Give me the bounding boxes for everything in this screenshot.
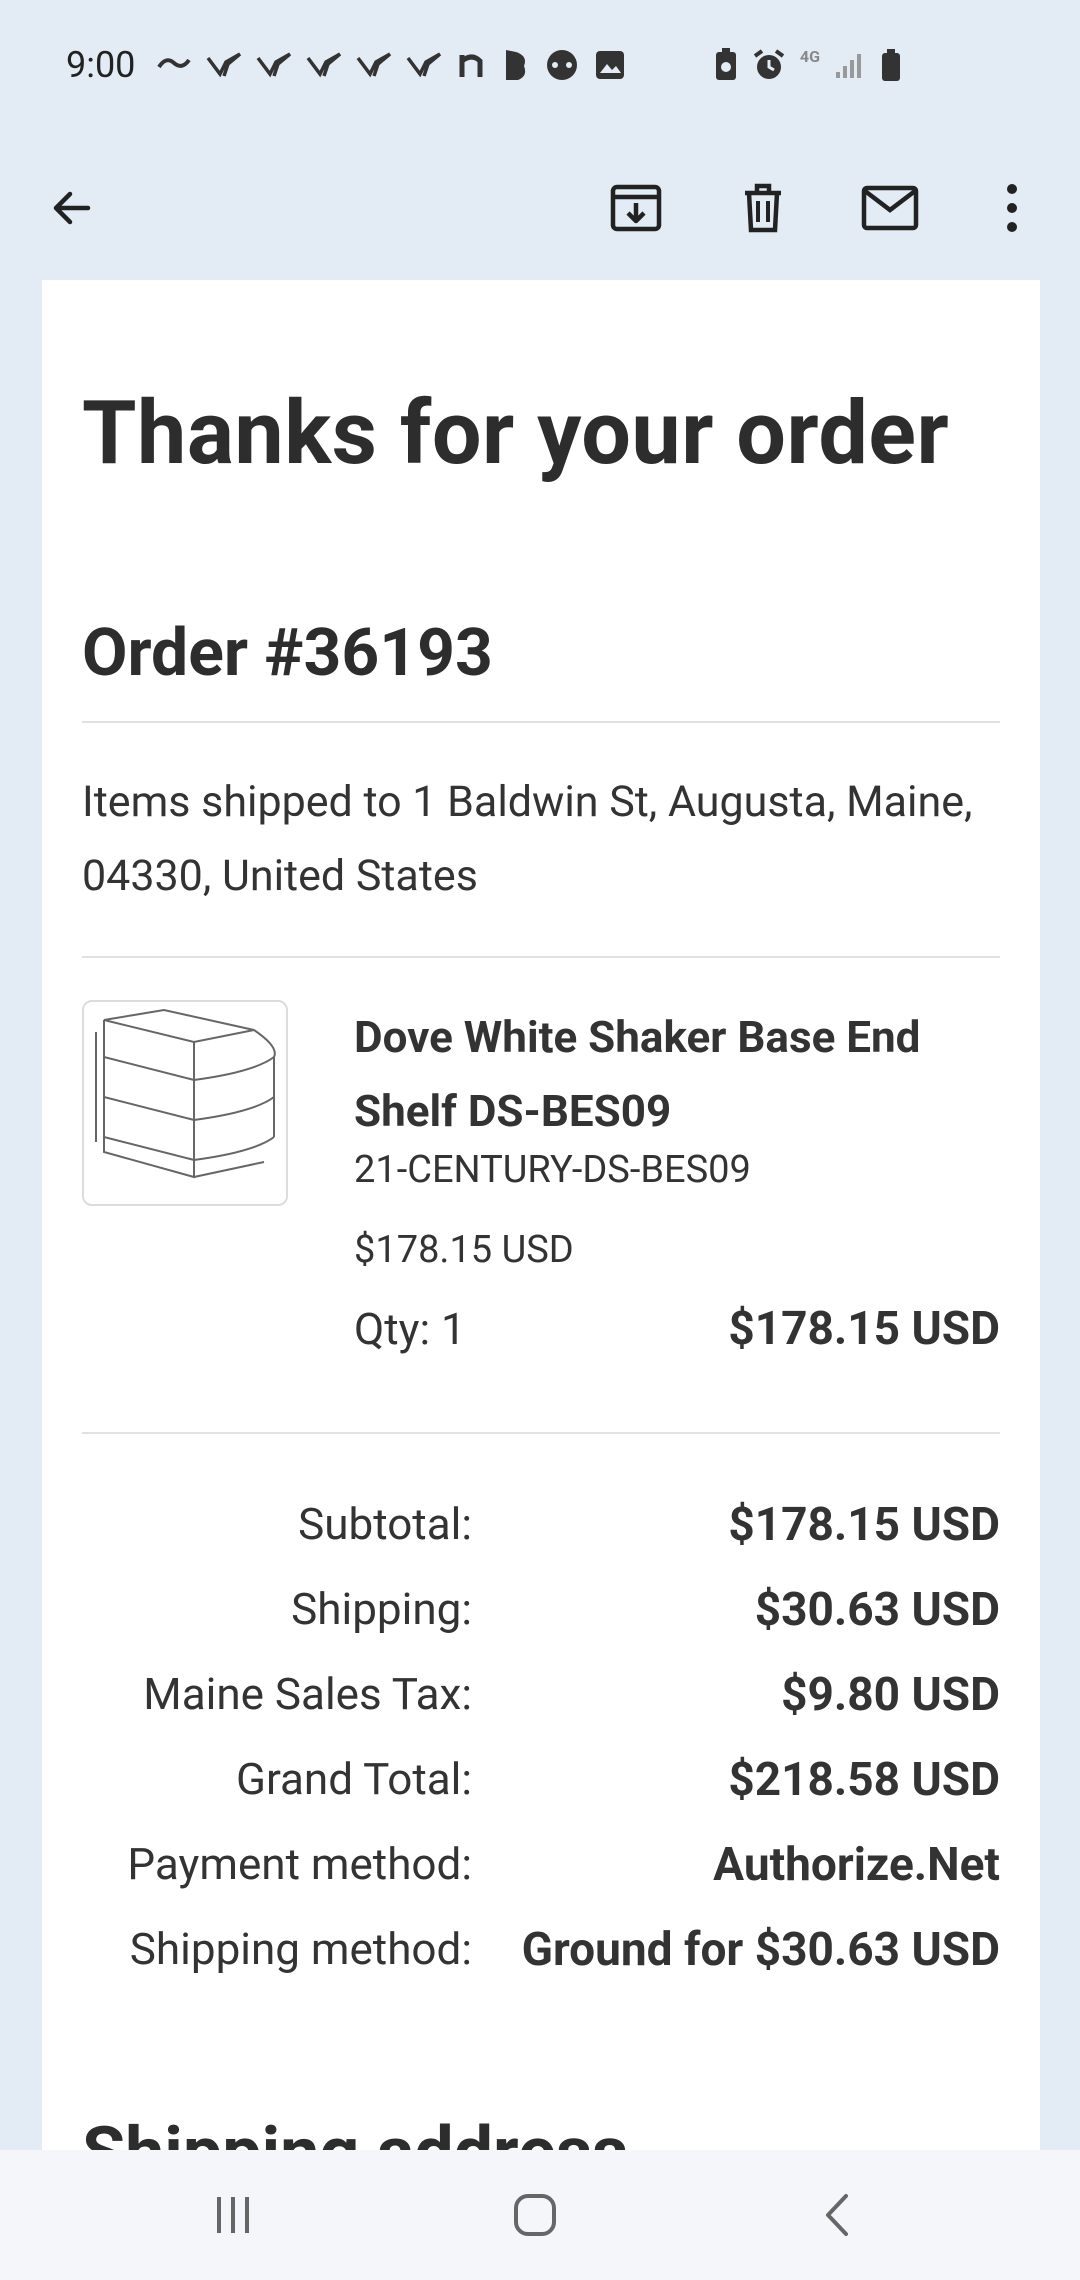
summary-value: $9.80 USD	[781, 1668, 1000, 1722]
summary-row-grand-total: Grand Total: $218.58 USD	[82, 1753, 1000, 1823]
product-image	[95, 1008, 276, 1179]
email-title: Thanks for your order	[82, 382, 950, 485]
recents-button[interactable]	[188, 2180, 278, 2250]
order-number: Order #36193	[82, 615, 493, 692]
summary-row-payment-method: Payment method: Authorize.Net	[82, 1838, 1000, 1908]
summary-label: Shipping:	[291, 1583, 472, 1635]
shipping-address-heading: Shipping address	[82, 2112, 628, 2150]
product-quantity: Qty: 1	[354, 1303, 466, 1355]
4g-data-icon: 4G	[799, 47, 820, 66]
summary-row-subtotal: Subtotal: $178.15 USD	[82, 1498, 1000, 1568]
nav-back-button[interactable]	[792, 2180, 882, 2250]
bird-icon	[256, 52, 292, 78]
divider	[82, 721, 1000, 723]
trash-icon	[745, 183, 781, 233]
mail-icon	[861, 185, 919, 231]
summary-label: Subtotal:	[298, 1498, 472, 1550]
product-line-total: $178.15 USD	[728, 1302, 1000, 1356]
back-arrow-icon	[53, 191, 91, 225]
product-thumbnail[interactable]	[82, 1000, 288, 1206]
bird-icon	[356, 52, 392, 78]
bird-icon	[206, 52, 242, 78]
n-app-icon	[459, 54, 483, 77]
summary-label: Grand Total:	[235, 1753, 472, 1805]
email-body: Thanks for your order Order #36193 Items…	[42, 280, 1040, 2150]
recents-icon	[217, 2197, 249, 2233]
battery-saver-icon	[715, 48, 736, 80]
product-unit-price: $178.15 USD	[354, 1228, 574, 1272]
system-nav-bar	[0, 2150, 1080, 2280]
product-sku: 21-CENTURY-DS-BES09	[354, 1148, 751, 1192]
product-name[interactable]: Dove White Shaker Base End Shelf DS-BES0…	[354, 1000, 974, 1148]
summary-row-tax: Maine Sales Tax: $9.80 USD	[82, 1668, 1000, 1738]
notification-icons	[156, 48, 626, 82]
delete-button[interactable]	[723, 168, 803, 248]
battery-icon	[882, 49, 900, 81]
email-toolbar	[0, 138, 1080, 280]
status-time: 9:00	[66, 44, 136, 86]
gamepad-icon	[547, 50, 577, 80]
bird-icon	[406, 52, 442, 78]
home-button[interactable]	[490, 2180, 580, 2250]
divider	[82, 956, 1000, 958]
archive-button[interactable]	[596, 168, 676, 248]
summary-label: Payment method:	[127, 1838, 472, 1890]
summary-value: $30.63 USD	[754, 1583, 1000, 1637]
alarm-icon	[753, 49, 785, 79]
home-icon	[514, 2194, 556, 2236]
status-bar: 9:00 4G	[0, 0, 1080, 138]
summary-value: $178.15 USD	[728, 1498, 1000, 1552]
summary-value: Ground for $30.63 USD	[521, 1923, 1000, 1977]
back-icon	[826, 2194, 848, 2236]
summary-value: $218.58 USD	[728, 1753, 1000, 1807]
archive-icon	[610, 184, 662, 232]
more-vert-icon	[1007, 184, 1017, 232]
signal-icon	[836, 54, 861, 78]
divider	[82, 1432, 1000, 1434]
summary-row-shipping: Shipping: $30.63 USD	[82, 1583, 1000, 1653]
summary-value: Authorize.Net	[713, 1838, 1000, 1892]
back-button[interactable]	[32, 168, 112, 248]
shipped-to-address: Items shipped to 1 Baldwin St, Augusta, …	[82, 777, 973, 901]
system-icons: 4G	[714, 48, 902, 82]
link-icon	[157, 58, 191, 69]
mark-unread-button[interactable]	[850, 168, 930, 248]
image-icon	[596, 51, 624, 79]
b-app-icon	[506, 50, 526, 80]
summary-row-shipping-method: Shipping method: Ground for $30.63 USD	[82, 1923, 1000, 1993]
bird-icon	[306, 52, 342, 78]
summary-label: Shipping method:	[129, 1923, 472, 1975]
summary-label: Maine Sales Tax:	[143, 1668, 472, 1720]
more-options-button[interactable]	[972, 168, 1052, 248]
